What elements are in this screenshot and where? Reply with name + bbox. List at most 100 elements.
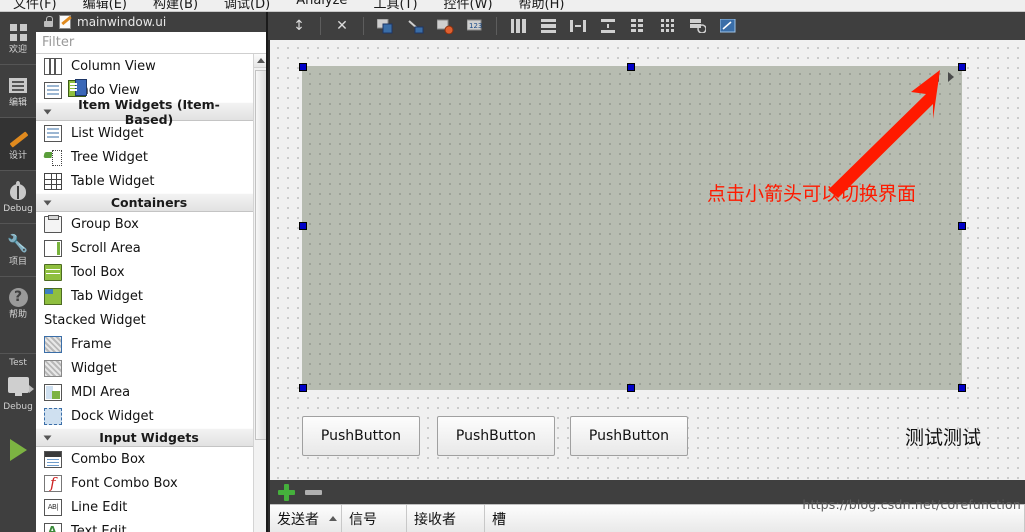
column-header-signal[interactable]: 信号	[342, 505, 407, 532]
watermark-text: https://blog.csdn.net/corefunction	[802, 497, 1021, 512]
widget-list-item[interactable]: Widget	[36, 356, 268, 380]
widget-list-item[interactable]: Tool Box	[36, 260, 268, 284]
stacked-widget[interactable]	[302, 66, 962, 390]
widget-category-header[interactable]: Containers	[36, 193, 268, 212]
layout-horizontally-icon[interactable]	[507, 15, 529, 37]
column-header-sender[interactable]: 发送者	[270, 505, 342, 532]
adjust-size-2-icon[interactable]	[717, 15, 739, 37]
mode-design[interactable]: 设计	[0, 118, 36, 170]
column-header-receiver[interactable]: 接收者	[407, 505, 485, 532]
push-button-2[interactable]: PushButton	[437, 416, 555, 456]
resize-handle-top-center[interactable]	[627, 63, 635, 71]
edit-tab-order-icon[interactable]: 123	[464, 15, 486, 37]
layout-form-icon[interactable]	[627, 15, 649, 37]
edit-widgets-icon[interactable]	[374, 15, 396, 37]
form-canvas[interactable]: 点击小箭头可以切换界面 PushButton PushButton PushBu…	[268, 40, 1025, 480]
layout-vertical-splitter-icon[interactable]	[597, 15, 619, 37]
resize-handle-middle-left[interactable]	[299, 222, 307, 230]
ui-file-icon	[59, 15, 71, 29]
bug-icon	[10, 180, 26, 204]
mode-projects[interactable]: 🔧 项目	[0, 224, 36, 276]
layout-grid-icon[interactable]	[657, 15, 679, 37]
run-kit-selector[interactable]: Test Debug	[0, 354, 36, 424]
widget-list-item[interactable]: Font Combo Box	[36, 471, 268, 495]
menu-item-1[interactable]: 编辑(E)	[70, 0, 140, 11]
widget-list-item[interactable]: Stacked Widget	[36, 79, 268, 332]
stacked-prev-arrow-icon[interactable]	[933, 72, 939, 82]
widget-list[interactable]: Column View Undo View Item Widgets (Item-B…	[36, 54, 268, 532]
stacked-widget-icon	[68, 79, 87, 97]
lock-icon[interactable]	[44, 16, 53, 27]
push-button-3[interactable]: PushButton	[570, 416, 688, 456]
run-button[interactable]	[0, 424, 36, 476]
menu-item-0[interactable]: 文件(F)	[0, 0, 70, 11]
break-layout-2-icon[interactable]	[687, 15, 709, 37]
widget-list-item-label: Tool Box	[71, 264, 125, 280]
resize-handle-top-left[interactable]	[299, 63, 307, 71]
widget-list-item[interactable]: Scroll Area	[36, 236, 268, 260]
remove-icon[interactable]	[305, 490, 322, 495]
menu-item-6[interactable]: 控件(W)	[431, 0, 506, 11]
resize-handle-middle-right[interactable]	[958, 222, 966, 230]
mode-bar-bottom-stub	[0, 480, 36, 532]
menu-item-3[interactable]: 调试(D)	[211, 0, 283, 11]
layout-vertically-icon[interactable]	[537, 15, 559, 37]
add-icon[interactable]	[278, 483, 295, 501]
widget-list-item[interactable]: Group Box	[36, 212, 268, 236]
mode-help[interactable]: ? 帮助	[0, 277, 36, 329]
resize-handle-top-right[interactable]	[958, 63, 966, 71]
widget-list-item[interactable]: Table Widget	[36, 169, 268, 193]
font-combo-box-icon	[44, 474, 62, 493]
menu-item-2[interactable]: 构建(B)	[140, 0, 211, 11]
widget-list-item[interactable]: Dock Widget	[36, 404, 268, 428]
widget-list-item[interactable]: Line Edit	[36, 495, 268, 519]
widget-list-item[interactable]: Frame	[36, 332, 268, 356]
divider	[320, 17, 321, 35]
resize-handle-bottom-left[interactable]	[299, 384, 307, 392]
edit-buddies-icon[interactable]	[434, 15, 456, 37]
sort-ascending-icon	[329, 516, 337, 521]
edit-signals-slots-icon[interactable]	[404, 15, 426, 37]
adjust-size-icon[interactable]: ↕	[288, 15, 310, 37]
qt-creator-window: 文件(F) 编辑(E) 构建(B) 调试(D) Analyze 工具(T) 控件(W) 帮助(…	[0, 0, 1025, 532]
menu-item-4[interactable]: Analyze	[283, 0, 360, 11]
widget-list-item[interactable]: Combo Box	[36, 447, 268, 471]
break-layout-icon[interactable]: ✕	[331, 15, 353, 37]
tree-widget-icon	[44, 149, 62, 166]
widget-list-item[interactable]: Text Edit	[36, 519, 268, 532]
open-document-name[interactable]: mainwindow.ui	[77, 15, 166, 29]
widget-list-item[interactable]: Tab Widget	[36, 284, 268, 308]
column-label-signal: 信号	[349, 511, 377, 528]
frame-icon	[44, 335, 62, 353]
widget-list-item[interactable]: MDI Area	[36, 380, 268, 404]
menu-item-7[interactable]: 帮助(H)	[506, 0, 578, 11]
divider	[363, 17, 364, 35]
form-label-text[interactable]: 测试测试	[905, 423, 981, 450]
mode-edit[interactable]: 编辑	[0, 65, 36, 117]
resize-handle-bottom-center[interactable]	[627, 384, 635, 392]
wrench-icon: 🔧	[7, 234, 29, 255]
widget-list-item[interactable]: Column View	[36, 54, 268, 78]
column-label-sender: 发送者	[277, 511, 319, 528]
stacked-widget-nav	[933, 72, 954, 82]
search-input[interactable]	[42, 35, 268, 50]
chevron-right-icon	[29, 385, 34, 393]
widget-category-header[interactable]: Input Widgets	[36, 428, 268, 447]
play-icon	[9, 438, 27, 462]
resize-handle-bottom-right[interactable]	[958, 384, 966, 392]
mode-welcome[interactable]: 欢迎	[0, 12, 36, 64]
layout-horizontal-splitter-icon[interactable]	[567, 15, 589, 37]
widget-list-item-label: Widget	[71, 360, 117, 376]
widget-list-item[interactable]: Tree Widget	[36, 145, 268, 169]
widget-list-item-label: Table Widget	[71, 173, 155, 189]
push-button-1[interactable]: PushButton	[302, 416, 420, 456]
stacked-next-arrow-icon[interactable]	[948, 72, 954, 82]
widget-category-header[interactable]: Item Widgets (Item-Based)	[36, 97, 268, 127]
run-build-label: Debug	[3, 401, 33, 412]
mode-debug[interactable]: Debug	[0, 171, 36, 223]
svg-text:123: 123	[469, 22, 482, 30]
widget-icon	[44, 359, 62, 377]
menu-item-5[interactable]: 工具(T)	[360, 0, 430, 11]
annotation-text: 点击小箭头可以切换界面	[707, 183, 917, 205]
divider	[496, 17, 497, 35]
